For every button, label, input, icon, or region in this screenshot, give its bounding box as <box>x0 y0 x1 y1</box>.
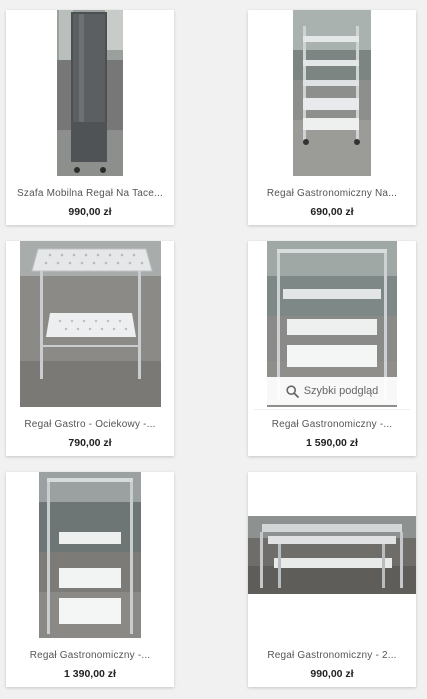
product-price: 790,00 zł <box>68 437 112 449</box>
product-price: 1 390,00 zł <box>64 668 116 680</box>
product-card[interactable]: Regał Gastronomiczny -... 1 390,00 zł <box>6 472 174 687</box>
product-price: 990,00 zł <box>68 206 112 218</box>
product-card[interactable]: Szafa Mobilna Regał Na Tace... 990,00 zł <box>6 10 174 225</box>
drain-rack-photo <box>20 241 161 407</box>
product-price: 990,00 zł <box>310 668 354 680</box>
product-card[interactable]: Regał Gastronomiczny Na... 690,00 zł <box>248 10 416 225</box>
product-title[interactable]: Regał Gastro - Ociekowy -... <box>12 419 168 430</box>
product-price: 690,00 zł <box>310 206 354 218</box>
product-card[interactable]: Szybki podgląd Regał Gastronomiczny -...… <box>248 241 416 456</box>
product-image[interactable] <box>6 472 174 638</box>
shelf-rack-photo <box>248 516 416 594</box>
product-title[interactable]: Regał Gastronomiczny -... <box>12 650 168 661</box>
shelf-rack-photo <box>293 10 371 176</box>
shelf-rack-photo <box>39 472 141 638</box>
product-image[interactable] <box>6 241 174 407</box>
product-price: 1 590,00 zł <box>306 437 358 449</box>
product-card[interactable]: Regał Gastro - Ociekowy -... 790,00 zł <box>6 241 174 456</box>
divider <box>254 409 410 410</box>
search-icon <box>286 384 299 398</box>
product-title[interactable]: Regał Gastronomiczny Na... <box>254 188 410 199</box>
product-title[interactable]: Regał Gastronomiczny - 2... <box>254 650 410 661</box>
quick-view-label: Szybki podgląd <box>303 385 379 397</box>
product-image[interactable] <box>248 472 416 638</box>
product-image[interactable] <box>248 10 416 176</box>
product-title[interactable]: Szafa Mobilna Regał Na Tace... <box>12 188 168 199</box>
product-card[interactable]: Regał Gastronomiczny - 2... 990,00 zł <box>248 472 416 687</box>
cabinet-photo <box>57 10 123 176</box>
product-image[interactable] <box>6 10 174 176</box>
quick-view-button[interactable]: Szybki podgląd <box>248 377 416 405</box>
product-title[interactable]: Regał Gastronomiczny -... <box>254 419 410 430</box>
product-image[interactable]: Szybki podgląd <box>248 241 416 407</box>
